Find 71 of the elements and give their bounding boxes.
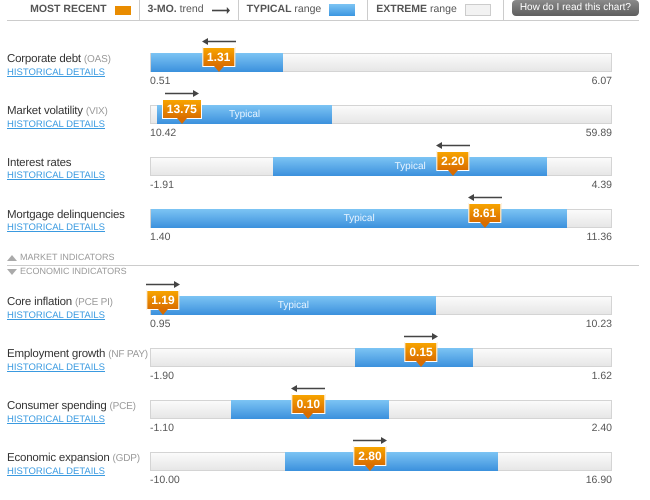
most-recent-marker: 1.19: [146, 290, 180, 310]
historical-details-link[interactable]: HISTORICAL DETAILS: [7, 362, 106, 374]
marker-pointer-icon: [448, 170, 458, 176]
range-min: 0.51: [150, 75, 170, 88]
typical-label: Typical: [229, 108, 260, 122]
range-max: 59.89: [586, 127, 612, 140]
indicator-name: Employment growth: [7, 348, 106, 360]
section-toggle[interactable]: MARKET INDICATORS: [20, 252, 115, 263]
section-toggle[interactable]: ECONOMIC INDICATORS: [20, 266, 127, 277]
range-max: 2.40: [592, 422, 612, 435]
marker-pointer-icon: [416, 361, 426, 367]
range-max: 11.36: [586, 231, 612, 244]
marker-pointer-icon: [364, 465, 375, 471]
indicator-name: Core inflation: [7, 296, 72, 308]
marker-pointer-icon: [158, 309, 168, 315]
indicator-name: Interest rates: [7, 157, 72, 169]
most-recent-marker: 2.80: [353, 446, 387, 466]
range-max: 1.62: [592, 370, 612, 383]
range-min: -1.10: [150, 422, 174, 435]
marker-pointer-icon: [480, 222, 490, 228]
historical-details-link[interactable]: HISTORICAL DETAILS: [7, 310, 106, 322]
typical-label: Typical: [344, 212, 375, 226]
range-max: 6.07: [592, 75, 612, 88]
help-button[interactable]: How do I read this chart?: [512, 0, 639, 16]
most-recent-marker: 8.61: [468, 203, 502, 223]
marker-pointer-icon: [176, 118, 187, 124]
historical-details-link[interactable]: HISTORICAL DETAILS: [7, 119, 106, 131]
marker-swatch-icon: [114, 6, 131, 14]
range-min: 10.42: [150, 127, 176, 140]
range-min: 1.40: [150, 231, 170, 244]
indicator-name: Corporate debt: [7, 53, 81, 65]
indicator-code: (PCE PI): [74, 297, 113, 308]
indicator-code: (NF PAY): [108, 349, 148, 360]
typical-swatch-icon: [329, 4, 356, 16]
marker-pointer-icon: [303, 413, 314, 419]
typical-label: Typical: [394, 160, 426, 174]
most-recent-marker: 2.20: [436, 151, 470, 171]
collapse-triangle-icon[interactable]: [7, 268, 17, 274]
historical-details-link[interactable]: HISTORICAL DETAILS: [7, 170, 106, 182]
most-recent-marker: 0.15: [404, 342, 438, 362]
expand-triangle-icon[interactable]: [7, 254, 17, 260]
historical-details-link[interactable]: HISTORICAL DETAILS: [7, 222, 106, 234]
indicator-code: (OAS): [84, 54, 111, 65]
range-min: 0.95: [150, 318, 170, 331]
range-max: 16.90: [586, 474, 612, 487]
most-recent-marker: 13.75: [162, 99, 202, 119]
historical-details-link[interactable]: HISTORICAL DETAILS: [7, 414, 106, 426]
range-min: -10.00: [150, 474, 180, 487]
most-recent-marker: 1.31: [202, 47, 236, 67]
legend-label: EXTREME range: [376, 2, 457, 18]
right-arrow-icon: [212, 6, 230, 14]
legend-label: TYPICAL range: [246, 2, 322, 18]
historical-details-link[interactable]: HISTORICAL DETAILS: [7, 466, 106, 478]
range-max: 4.39: [592, 179, 612, 192]
range-min: -1.90: [150, 370, 174, 383]
marker-pointer-icon: [214, 66, 224, 72]
most-recent-marker: 0.10: [292, 394, 325, 414]
indicator-name: Consumer spending: [7, 400, 107, 412]
range-max: 10.23: [586, 318, 612, 331]
indicator-code: (GDP): [112, 453, 140, 464]
typical-label: Typical: [278, 299, 309, 313]
indicator-name: Market volatility: [7, 105, 83, 117]
legend-label: 3-MO. trend: [148, 2, 204, 18]
range-min: -1.91: [150, 179, 174, 192]
indicator-name: Mortgage delinquencies: [7, 209, 125, 221]
indicator-code: (PCE): [110, 401, 136, 412]
indicator-name: Economic expansion: [7, 452, 110, 464]
extreme-swatch-icon: [464, 4, 491, 16]
indicator-code: (VIX): [86, 106, 108, 117]
legend-label: MOST RECENT: [30, 2, 107, 18]
historical-details-link[interactable]: HISTORICAL DETAILS: [7, 67, 106, 79]
